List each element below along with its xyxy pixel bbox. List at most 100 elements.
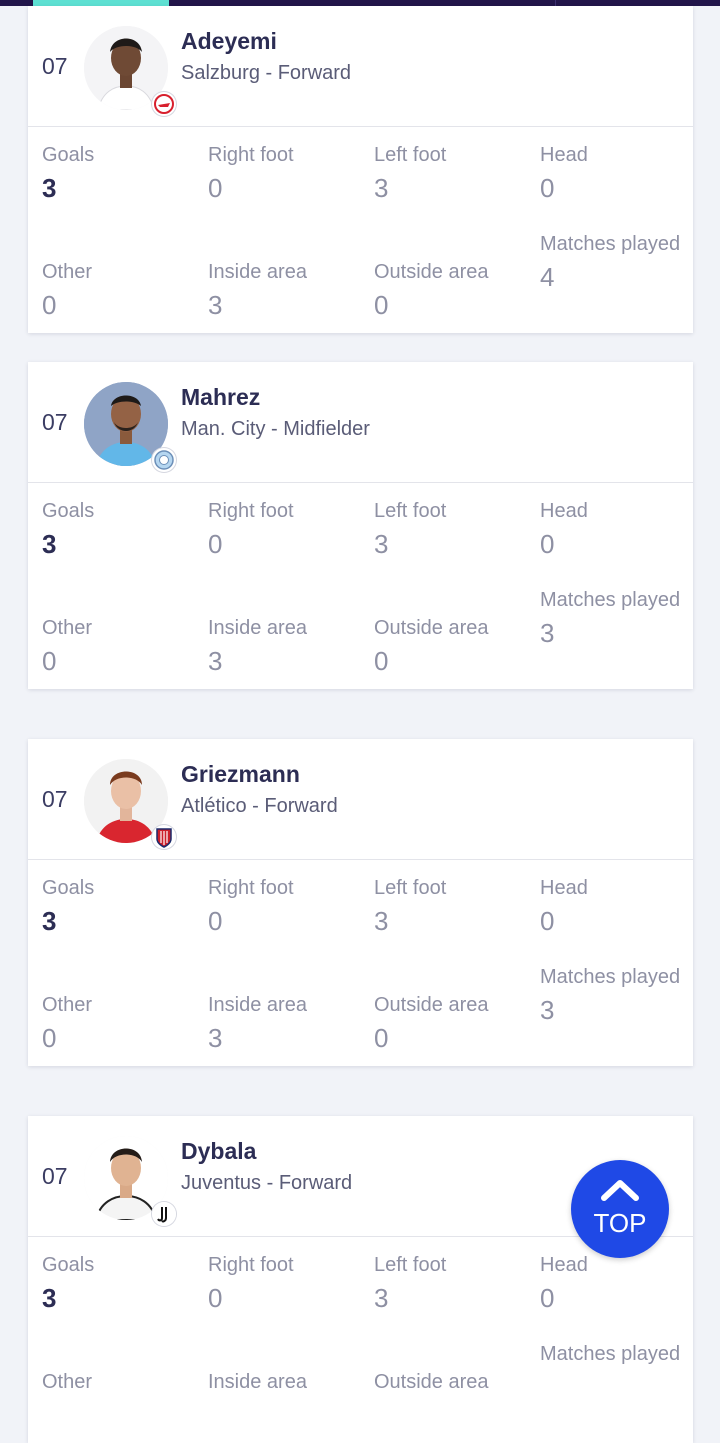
- stat-label: Right foot: [208, 1254, 294, 1276]
- stat-matches-played: Matches played 4: [540, 230, 700, 294]
- atletico-crest-icon: [152, 825, 176, 849]
- stat-value: 3: [374, 906, 389, 936]
- stat-value: 3: [374, 529, 389, 559]
- stat-label: Right foot: [208, 877, 294, 899]
- man-city-crest-icon: [152, 448, 176, 472]
- stat-right-foot: Right foot 0: [208, 874, 368, 938]
- player-name: Dybala: [181, 1138, 257, 1164]
- stat-value: 3: [42, 1283, 57, 1313]
- stat-value: 0: [374, 290, 389, 320]
- scroll-to-top-button[interactable]: TOP: [571, 1160, 669, 1258]
- stat-label: Matches played: [540, 589, 681, 611]
- player-stats: Goals 3 Right foot 0 Left foot 3 Head 0 Othe…: [28, 860, 693, 1066]
- player-club-position: Juventus - Forward: [181, 1172, 353, 1194]
- stat-outside-area: Outside area 0: [374, 258, 534, 322]
- player-rank: 07: [42, 1163, 68, 1189]
- stat-other: Other 0: [42, 614, 202, 678]
- player-stats: Goals 3 Right foot 0 Left foot 3 Head 0 Othe…: [28, 1237, 693, 1443]
- stat-outside-area: Outside area: [374, 1368, 534, 1396]
- stat-label: Other: [42, 1371, 93, 1393]
- stat-value: 0: [208, 1283, 223, 1313]
- stat-matches-played: Matches played 3: [540, 586, 700, 650]
- player-club-position: Salzburg - Forward: [181, 62, 352, 84]
- stat-label: Inside area: [208, 261, 307, 283]
- scroll-to-top-label: TOP: [593, 1208, 647, 1238]
- stat-right-foot: Right foot 0: [208, 497, 368, 561]
- stat-label: Goals: [42, 144, 95, 166]
- stat-label: Right foot: [208, 500, 294, 522]
- stat-label: Inside area: [208, 1371, 307, 1393]
- stat-goals: Goals 3: [42, 141, 202, 205]
- stat-head: Head 0: [540, 1251, 700, 1315]
- player-header: 07 Adeyemi Salzburg - Forward: [28, 6, 693, 127]
- player-rank: 07: [42, 786, 68, 812]
- player-card[interactable]: 07 Adeyemi Salzburg - Forward Goals 3 Rig…: [28, 6, 693, 333]
- stat-label: Left foot: [374, 500, 447, 522]
- stat-value: 0: [374, 646, 389, 676]
- stat-label: Goals: [42, 500, 95, 522]
- stat-value: 0: [208, 529, 223, 559]
- stat-label: Inside area: [208, 617, 307, 639]
- stat-value: 0: [208, 173, 223, 203]
- stat-other: Other 0: [42, 991, 202, 1055]
- stat-value: 0: [42, 1023, 57, 1053]
- stat-head: Head 0: [540, 141, 700, 205]
- stat-value: 0: [540, 906, 555, 936]
- stat-other: Other: [42, 1368, 202, 1396]
- stat-label: Head: [540, 144, 588, 166]
- stat-left-foot: Left foot 3: [374, 141, 534, 205]
- player-name: Griezmann: [181, 761, 300, 787]
- player-stats: Goals 3 Right foot 0 Left foot 3 Head 0 Othe…: [28, 483, 693, 689]
- stat-label: Matches played: [540, 233, 681, 255]
- player-header: 07 Griezmann Atlético - Forward: [28, 739, 693, 860]
- stat-value: 3: [208, 646, 223, 676]
- stat-label: Matches played: [540, 966, 681, 988]
- stat-value: 3: [540, 995, 555, 1025]
- player-name: Adeyemi: [181, 28, 277, 54]
- stat-value: 0: [540, 173, 555, 203]
- salzburg-crest-icon: [152, 92, 176, 116]
- stat-value: 3: [208, 1023, 223, 1053]
- player-card[interactable]: 07 Dybala Juventus - Forward Goals 3 Righ…: [28, 1116, 693, 1443]
- stat-value: 0: [208, 906, 223, 936]
- stat-label: Other: [42, 261, 93, 283]
- stat-head: Head 0: [540, 874, 700, 938]
- player-header: 07 Mahrez Man. City - Midfielder: [28, 362, 693, 483]
- stat-goals: Goals 3: [42, 1251, 202, 1315]
- stat-label: Left foot: [374, 877, 447, 899]
- stat-label: Other: [42, 617, 93, 639]
- stat-goals: Goals 3: [42, 497, 202, 561]
- stat-value: 0: [42, 646, 57, 676]
- stat-outside-area: Outside area 0: [374, 614, 534, 678]
- stat-label: Outside area: [374, 617, 489, 639]
- stat-left-foot: Left foot 3: [374, 874, 534, 938]
- stat-label: Left foot: [374, 144, 447, 166]
- stat-value: 3: [208, 290, 223, 320]
- stat-label: Outside area: [374, 994, 489, 1016]
- stat-value: 3: [540, 618, 555, 648]
- player-card[interactable]: 07 Mahrez Man. City - Midfielder Goals 3 …: [28, 362, 693, 689]
- stat-goals: Goals 3: [42, 874, 202, 938]
- stat-inside-area: Inside area: [208, 1368, 368, 1396]
- chevron-up-icon: [601, 1180, 639, 1201]
- stat-other: Other 0: [42, 258, 202, 322]
- stat-matches-played: Matches played: [540, 1340, 700, 1368]
- player-club-position: Atlético - Forward: [181, 795, 338, 817]
- player-stats: Goals 3 Right foot 0 Left foot 3 Head 0 Othe…: [28, 127, 693, 333]
- stat-inside-area: Inside area 3: [208, 258, 368, 322]
- stat-label: Goals: [42, 877, 95, 899]
- stat-inside-area: Inside area 3: [208, 614, 368, 678]
- stat-value: 3: [42, 173, 57, 203]
- stat-label: Outside area: [374, 1371, 489, 1393]
- stat-inside-area: Inside area 3: [208, 991, 368, 1055]
- stat-label: Goals: [42, 1254, 95, 1276]
- player-rank: 07: [42, 409, 68, 435]
- stat-label: Matches played: [540, 1343, 681, 1365]
- juventus-crest-icon: [152, 1202, 176, 1226]
- player-card[interactable]: 07 Griezmann Atlético - Forward Goals 3 R…: [28, 739, 693, 1066]
- player-club-position: Man. City - Midfielder: [181, 418, 370, 440]
- stat-left-foot: Left foot 3: [374, 1251, 534, 1315]
- stat-matches-played: Matches played 3: [540, 963, 700, 1027]
- player-rank: 07: [42, 53, 68, 79]
- stat-label: Outside area: [374, 261, 489, 283]
